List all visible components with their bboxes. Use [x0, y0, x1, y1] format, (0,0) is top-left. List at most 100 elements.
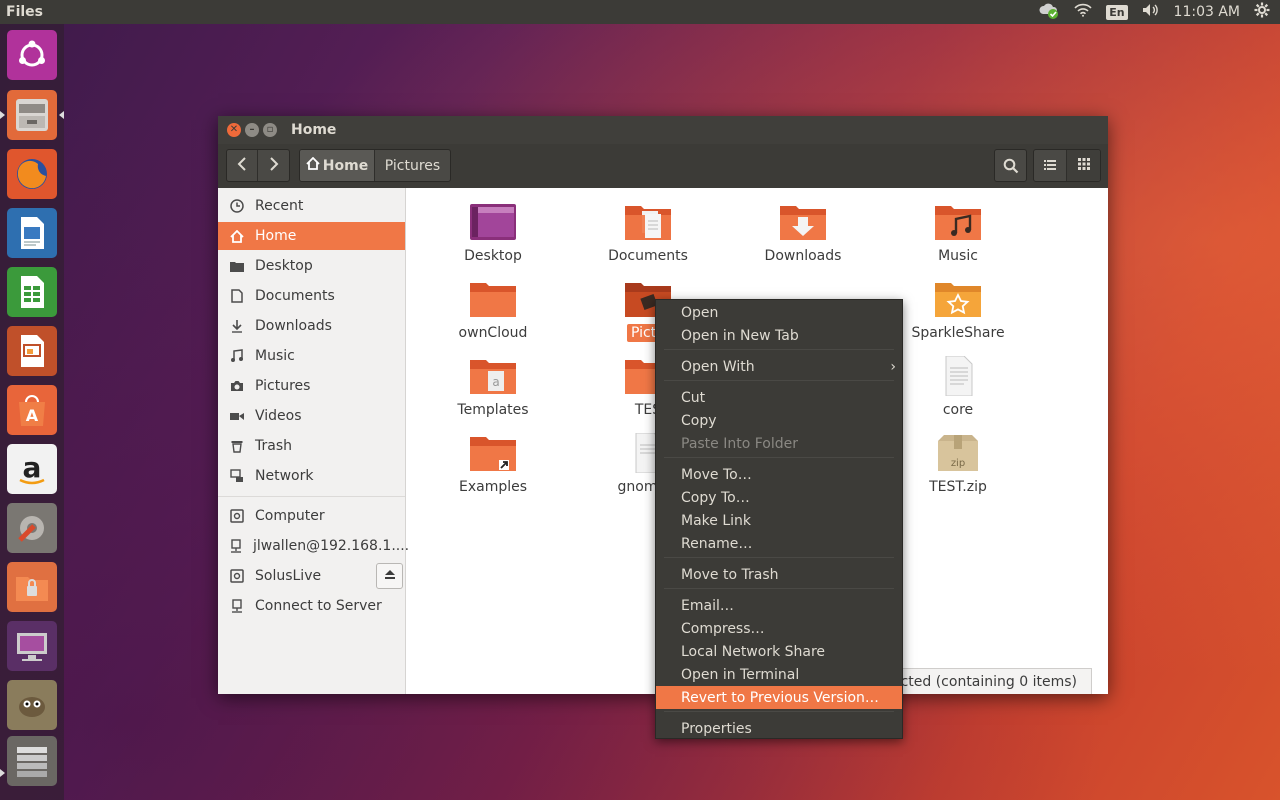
ubuntu-dash-icon[interactable] — [7, 30, 57, 80]
running-indicator — [0, 769, 5, 777]
video-icon — [229, 408, 245, 424]
close-icon[interactable]: ✕ — [227, 123, 241, 137]
sidebar-item-downloads[interactable]: Downloads — [218, 312, 405, 340]
update-cloud-icon[interactable] — [1038, 0, 1060, 24]
menu-item-cut[interactable]: Cut — [656, 386, 902, 409]
file-item-sparkleshare[interactable]: SparkleShare — [898, 279, 1018, 341]
menu-item-open-in-terminal[interactable]: Open in Terminal — [656, 663, 902, 686]
file-item-core[interactable]: core — [898, 356, 1018, 418]
path-segment-pictures[interactable]: Pictures — [375, 150, 450, 181]
forward-button[interactable] — [258, 150, 289, 181]
software-center-icon[interactable]: A — [7, 385, 57, 435]
writer-icon[interactable] — [7, 208, 57, 258]
sidebar-item-pictures[interactable]: Pictures — [218, 372, 405, 400]
clock[interactable]: 11:03 AM — [1174, 4, 1240, 20]
remote-icon — [229, 538, 243, 554]
menu-item-make-link[interactable]: Make Link — [656, 509, 902, 532]
sidebar-item-recent[interactable]: Recent — [218, 192, 405, 220]
menu-separator — [664, 557, 894, 558]
session-gear-icon[interactable] — [1254, 2, 1270, 22]
keyboard-layout-indicator[interactable]: En — [1106, 4, 1128, 20]
menu-item-open[interactable]: Open — [656, 301, 902, 324]
desktop-icon — [229, 258, 245, 274]
launcher: A a — [0, 24, 64, 800]
desktop-folder-icon — [469, 202, 517, 242]
svg-text:A: A — [26, 406, 39, 425]
sparkleshare-folder-icon — [934, 279, 982, 319]
sidebar-item-desktop[interactable]: Desktop — [218, 252, 405, 280]
menu-item-copy-to[interactable]: Copy To… — [656, 486, 902, 509]
context-menu: Open Open in New Tab Open With › Cut Cop… — [655, 299, 903, 739]
focus-indicator — [59, 111, 64, 119]
minimize-icon[interactable]: – — [245, 123, 259, 137]
menu-item-local-network-share[interactable]: Local Network Share — [656, 640, 902, 663]
file-item-templates[interactable]: a Templates — [433, 356, 553, 418]
file-item-desktop[interactable]: Desktop — [433, 202, 553, 264]
sidebar-item-home[interactable]: Home — [218, 222, 405, 250]
download-icon — [229, 318, 245, 334]
menu-separator — [664, 457, 894, 458]
file-item-examples[interactable]: Examples — [433, 433, 553, 495]
menu-item-revert-to-previous-version[interactable]: Revert to Previous Version… — [656, 686, 902, 709]
running-indicator — [0, 111, 5, 119]
grid-view-button[interactable] — [1067, 150, 1100, 181]
downloads-folder-icon — [779, 202, 827, 242]
maximize-icon[interactable]: ▫ — [263, 123, 277, 137]
menu-separator — [664, 349, 894, 350]
menu-item-email[interactable]: Email… — [656, 594, 902, 617]
network-icon — [229, 468, 245, 484]
folder-icon — [469, 279, 517, 319]
firefox-icon[interactable] — [7, 149, 57, 199]
search-button[interactable] — [994, 149, 1027, 182]
server-icon — [229, 598, 245, 614]
search-icon — [995, 150, 1026, 181]
sidebar-item-connect-to-server[interactable]: Connect to Server — [218, 592, 405, 620]
sidebar-separator — [218, 496, 405, 497]
file-item-documents[interactable]: Documents — [588, 202, 708, 264]
menu-item-rename[interactable]: Rename… — [656, 532, 902, 555]
scanner-icon[interactable] — [7, 736, 57, 786]
calc-icon[interactable] — [7, 267, 57, 317]
wifi-icon[interactable] — [1074, 3, 1092, 21]
privacy-folder-icon[interactable] — [7, 562, 57, 612]
path-segment-home[interactable]: Home — [300, 150, 375, 181]
home-icon — [229, 228, 245, 244]
impress-icon[interactable] — [7, 326, 57, 376]
clock-icon — [229, 198, 245, 214]
sidebar-item-trash[interactable]: Trash — [218, 432, 405, 460]
sidebar-item-computer[interactable]: Computer — [218, 502, 405, 530]
amazon-icon[interactable]: a — [7, 444, 57, 494]
file-item-downloads[interactable]: Downloads — [743, 202, 863, 264]
file-item-music[interactable]: Music — [898, 202, 1018, 264]
file-item-owncloud[interactable]: ownCloud — [433, 279, 553, 341]
volume-icon[interactable] — [1142, 3, 1160, 21]
sidebar-item-videos[interactable]: Videos — [218, 402, 405, 430]
music-folder-icon — [934, 202, 982, 242]
eject-button[interactable] — [376, 563, 403, 589]
menu-item-copy[interactable]: Copy — [656, 409, 902, 432]
file-item-test-zip[interactable]: zip TEST.zip — [898, 433, 1018, 495]
menu-item-open-in-new-tab[interactable]: Open in New Tab — [656, 324, 902, 347]
sidebar-item-remote-share[interactable]: jlwallen@192.168.1.... — [218, 532, 409, 560]
text-file-icon — [934, 356, 982, 396]
sidebar-item-music[interactable]: Music — [218, 342, 405, 370]
remote-desktop-icon[interactable] — [7, 621, 57, 671]
menu-item-move-to-trash[interactable]: Move to Trash — [656, 563, 902, 586]
menu-item-move-to[interactable]: Move To… — [656, 463, 902, 486]
title-bar[interactable]: ✕ – ▫ Home — [218, 116, 1108, 144]
back-button[interactable] — [227, 150, 259, 181]
system-settings-icon[interactable] — [7, 503, 57, 553]
sidebar-item-network[interactable]: Network — [218, 462, 405, 490]
sidebar-item-documents[interactable]: Documents — [218, 282, 405, 310]
menu-item-open-with[interactable]: Open With › — [656, 355, 902, 378]
sidebar-item-soluslive[interactable]: SolusLive — [218, 562, 405, 590]
menu-item-properties[interactable]: Properties — [656, 717, 902, 740]
menu-item-compress[interactable]: Compress… — [656, 617, 902, 640]
menu-separator — [664, 588, 894, 589]
eject-icon — [384, 568, 396, 584]
toolbar: Home Pictures — [218, 144, 1108, 188]
gimp-icon[interactable] — [7, 680, 57, 730]
files-icon[interactable] — [7, 90, 57, 140]
zip-archive-icon: zip — [934, 433, 982, 473]
list-view-button[interactable] — [1034, 150, 1068, 181]
